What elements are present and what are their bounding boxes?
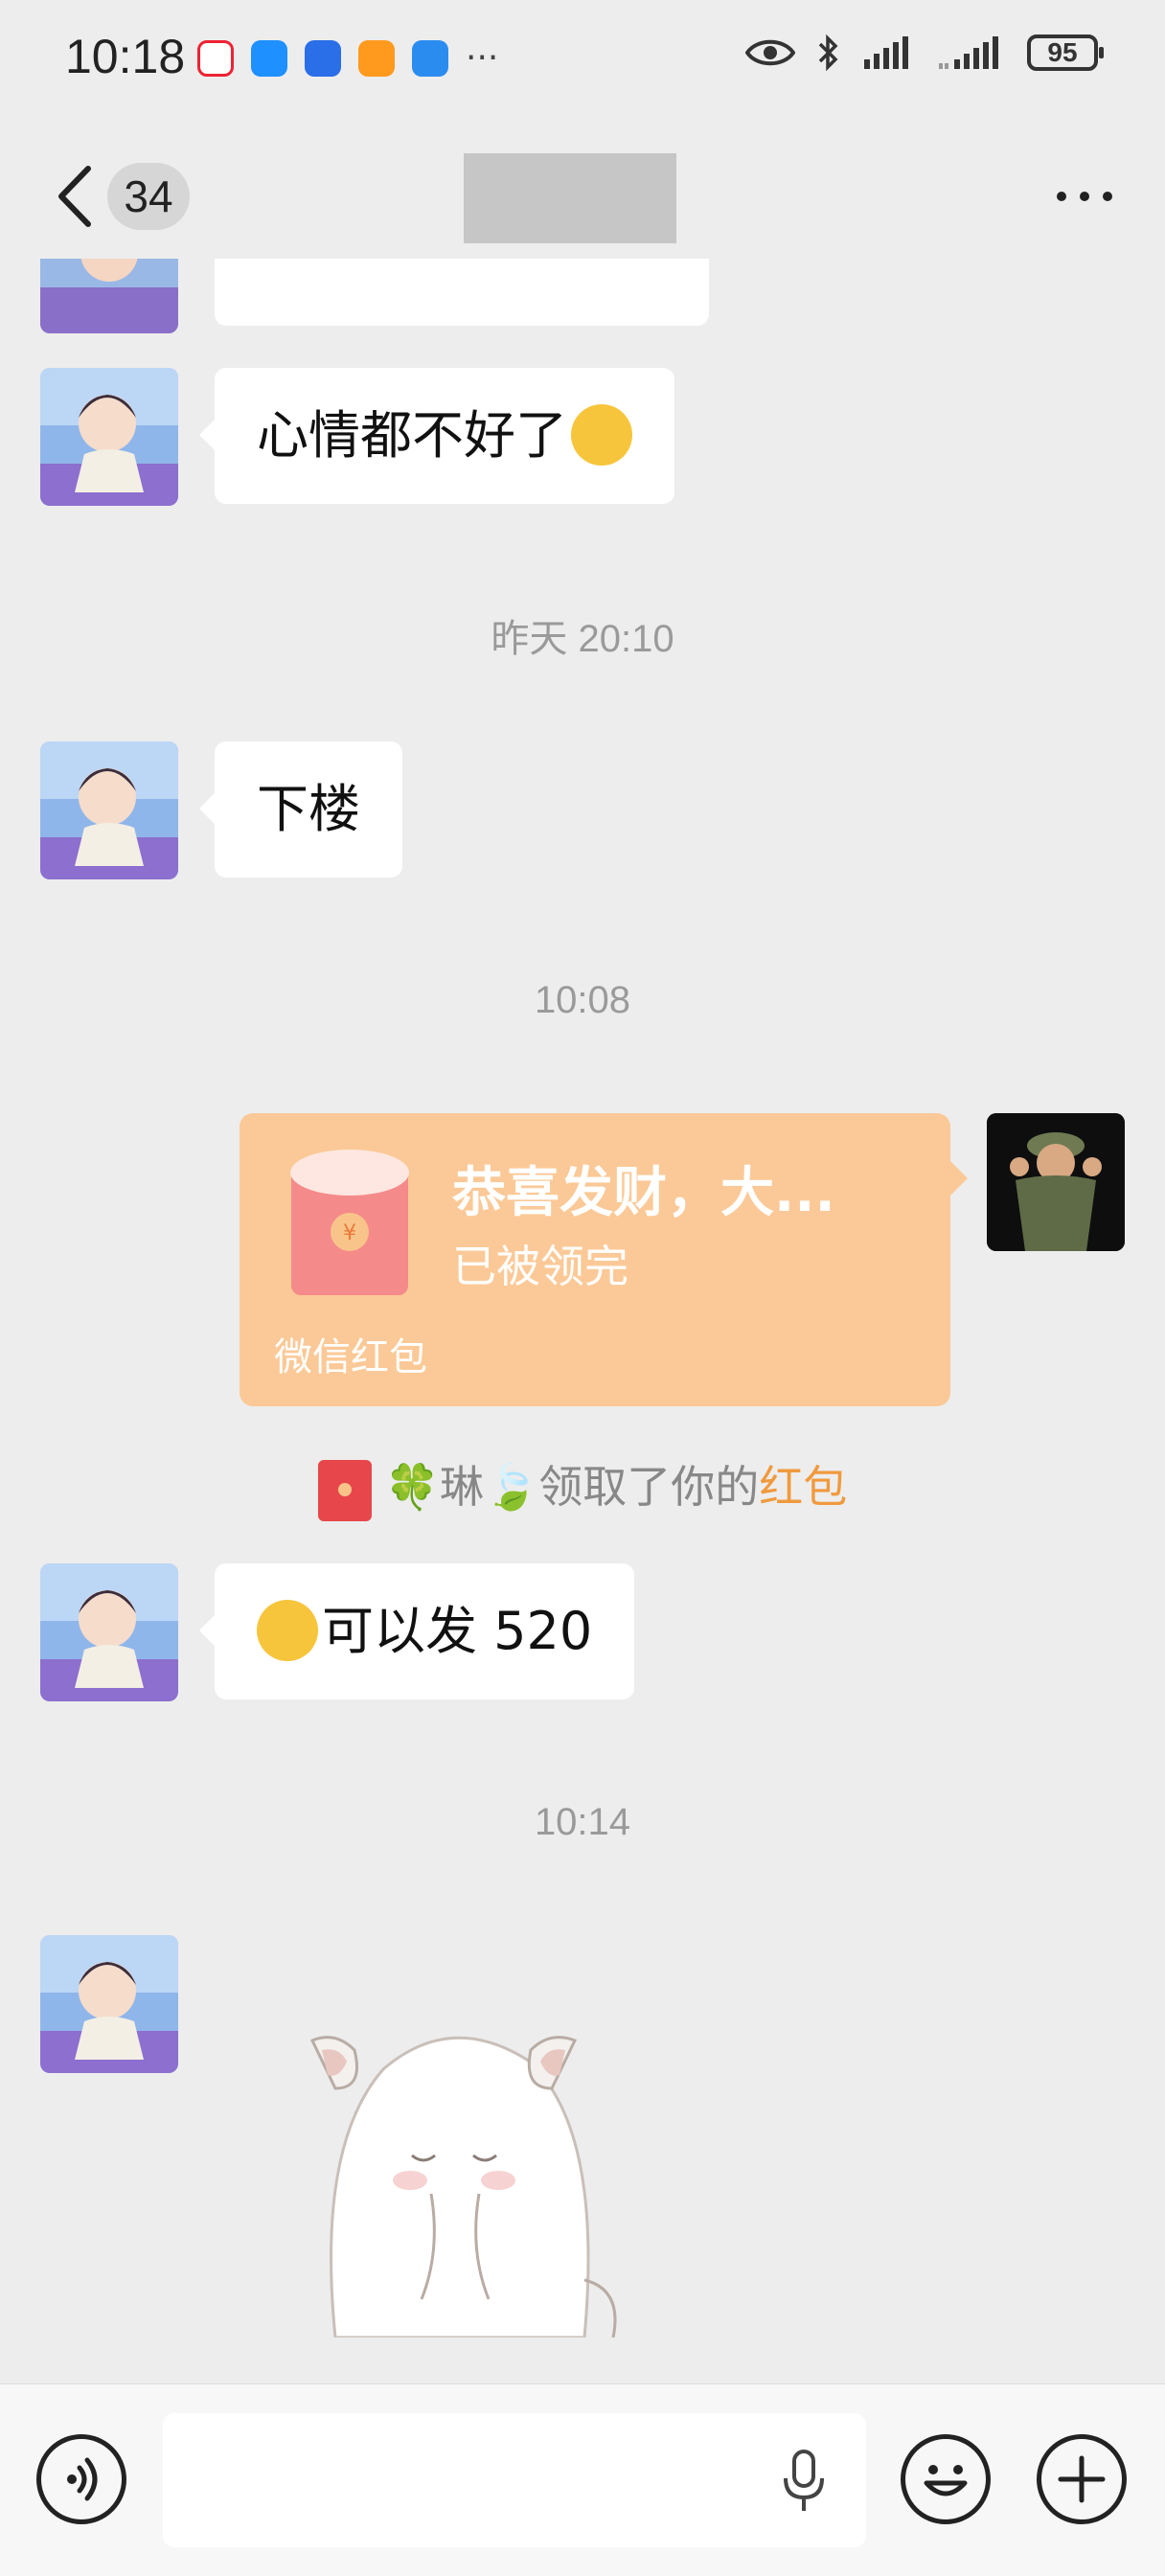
dot <box>1080 192 1089 201</box>
status-time: 10:18 <box>65 30 186 83</box>
signal-icon <box>864 36 908 69</box>
red-packet-label: 微信红包 <box>274 1335 427 1379</box>
hamster-sticker[interactable] <box>297 2012 623 2337</box>
more-notifications: ··· <box>466 38 499 78</box>
smiley-icon <box>924 2465 968 2496</box>
toutiao-icon <box>197 40 234 77</box>
gallery-icon <box>358 40 395 77</box>
eye-icon <box>745 39 795 66</box>
message-text: 可以发 520 <box>322 1601 593 1661</box>
weather-icon <box>412 40 448 77</box>
more-functions-button[interactable] <box>1037 2434 1127 2524</box>
contact-avatar[interactable] <box>40 1935 178 2073</box>
chat-header: 34 <box>0 134 1165 259</box>
message-bubble[interactable]: 可以发 520 <box>198 1563 635 1699</box>
dot <box>1103 192 1112 201</box>
signal-icon-2 <box>939 36 998 69</box>
message-bubble[interactable]: 心情都不好了 <box>199 368 674 504</box>
contact-avatar[interactable] <box>40 741 178 879</box>
contact-avatar[interactable] <box>40 368 178 506</box>
emoji-button[interactable] <box>901 2434 991 2524</box>
message-list[interactable]: 心情都不好了 昨天 20:10 下楼 10:08 ¥ 恭喜发财，大... 已被领… <box>0 259 1165 2383</box>
notification-icons: ··· <box>197 40 498 77</box>
message-input[interactable] <box>163 2413 866 2547</box>
svg-text:¥: ¥ <box>343 1221 356 1245</box>
red-envelope-icon <box>317 1459 372 1521</box>
microphone-icon[interactable] <box>780 2448 828 2515</box>
red-packet-link[interactable]: 红包 <box>759 1461 847 1513</box>
contact-avatar[interactable] <box>40 259 178 333</box>
timestamp: 10:14 <box>534 1801 631 1843</box>
status-bar: 10:18 ··· 95 <box>0 0 1165 115</box>
notice-text: 🍀琳🍃领取了你的 <box>384 1461 760 1513</box>
message-text: 心情都不好了 <box>257 405 567 466</box>
chat-title <box>464 153 676 243</box>
chevron-left-icon <box>58 166 91 227</box>
my-avatar[interactable] <box>987 1113 1125 1251</box>
more-options-button[interactable] <box>1046 172 1123 220</box>
contact-avatar[interactable] <box>40 1563 178 1701</box>
red-packet-received-notice: 🍀琳🍃领取了你的红包 <box>0 1452 1165 1521</box>
bluetooth-icon <box>818 34 838 72</box>
confused-emoji <box>257 1600 318 1662</box>
red-packet-status: 已被领完 <box>452 1241 628 1292</box>
dot <box>1057 192 1066 201</box>
messages-icon <box>251 40 287 77</box>
red-envelope-icon: ¥ <box>290 1150 409 1295</box>
status-indicators: 95 <box>745 33 1104 73</box>
back-button[interactable] <box>50 165 107 228</box>
timestamp: 昨天 20:10 <box>491 618 674 660</box>
facepalm-emoji <box>571 404 632 467</box>
message-bubble[interactable]: 下楼 <box>199 741 402 878</box>
timestamp: 10:08 <box>534 979 631 1021</box>
message-text: 下楼 <box>257 779 360 839</box>
input-bar <box>0 2383 1165 2576</box>
plus-icon <box>1058 2455 1106 2503</box>
red-packet-title: 恭喜发财，大... <box>452 1162 835 1224</box>
voice-icon <box>67 2457 98 2501</box>
cut-off-bubble <box>215 259 709 326</box>
unread-count-badge[interactable]: 34 <box>107 163 190 230</box>
browser-icon <box>305 40 341 77</box>
battery-indicator: 95 <box>1027 34 1104 71</box>
voice-toggle-button[interactable] <box>36 2434 126 2524</box>
red-packet-card[interactable]: ¥ 恭喜发财，大... 已被领完 微信红包 <box>240 1113 968 1406</box>
